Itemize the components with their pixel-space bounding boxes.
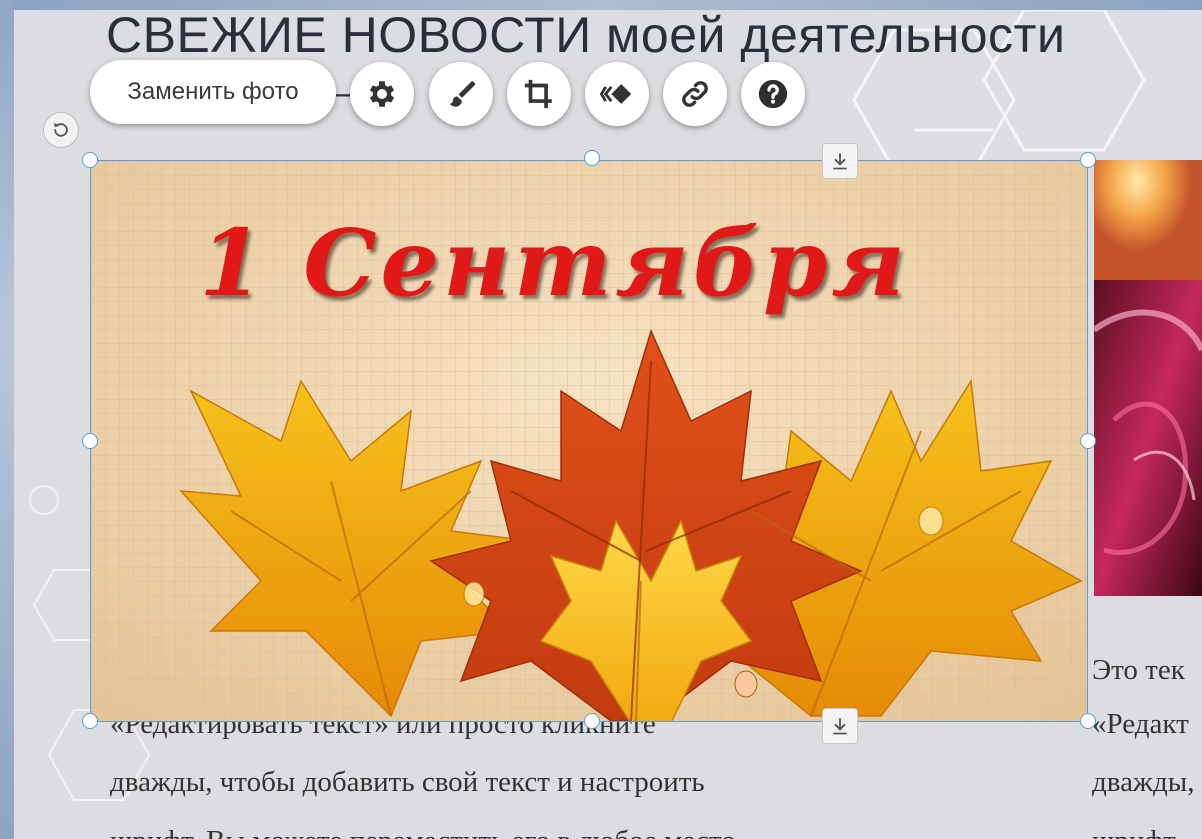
background-left-strip bbox=[0, 0, 14, 839]
right-text-line-0[interactable]: Это тек bbox=[1092, 654, 1202, 690]
resize-handle-left[interactable] bbox=[82, 433, 98, 449]
anchor-bottom-button[interactable] bbox=[822, 708, 858, 744]
resize-handle-bottom-right[interactable] bbox=[1080, 713, 1096, 729]
animation-icon bbox=[600, 84, 632, 104]
resize-handle-top-left[interactable] bbox=[82, 152, 98, 168]
animation-button[interactable] bbox=[585, 62, 649, 126]
brush-icon bbox=[449, 81, 476, 107]
rotate-left-icon bbox=[53, 123, 68, 137]
right-text-line-3[interactable]: шрифт. bbox=[1092, 818, 1202, 839]
link-button[interactable] bbox=[663, 62, 727, 126]
side-photo[interactable] bbox=[1094, 160, 1202, 596]
download-icon bbox=[833, 718, 847, 735]
resize-handle-bottom-left[interactable] bbox=[82, 713, 98, 729]
gear-icon bbox=[369, 81, 395, 107]
crop-icon bbox=[524, 79, 552, 109]
download-icon bbox=[833, 153, 847, 170]
anchor-top-button[interactable] bbox=[822, 143, 858, 179]
selected-photo[interactable]: 1 Сентября bbox=[90, 160, 1088, 722]
rotate-reset-button[interactable] bbox=[43, 112, 79, 148]
link-icon bbox=[682, 81, 708, 107]
side-photo-image bbox=[1094, 160, 1202, 596]
resize-handle-bottom[interactable] bbox=[584, 713, 600, 729]
settings-button[interactable] bbox=[350, 62, 414, 126]
left-text-line-3[interactable]: шрифт. Вы можете переместить его в любое… bbox=[110, 818, 870, 839]
resize-handle-right[interactable] bbox=[1080, 433, 1096, 449]
left-text-line-2[interactable]: дважды, чтобы добавить свой текст и наст… bbox=[110, 766, 870, 802]
right-text-line-1[interactable]: «Редакт bbox=[1092, 708, 1202, 744]
photo-caption-text: 1 Сентября bbox=[199, 209, 909, 317]
resize-handle-top[interactable] bbox=[584, 150, 600, 166]
replace-photo-button[interactable]: Заменить фото bbox=[90, 60, 336, 124]
right-text-line-2[interactable]: дважды, bbox=[1092, 766, 1202, 802]
filter-button[interactable] bbox=[429, 62, 493, 126]
resize-handle-top-right[interactable] bbox=[1080, 152, 1096, 168]
crop-button[interactable] bbox=[507, 62, 571, 126]
question-icon bbox=[758, 79, 788, 109]
help-button[interactable] bbox=[741, 62, 805, 126]
page-headline: СВЕЖИЕ НОВОСТИ моей деятельности bbox=[106, 7, 1066, 63]
